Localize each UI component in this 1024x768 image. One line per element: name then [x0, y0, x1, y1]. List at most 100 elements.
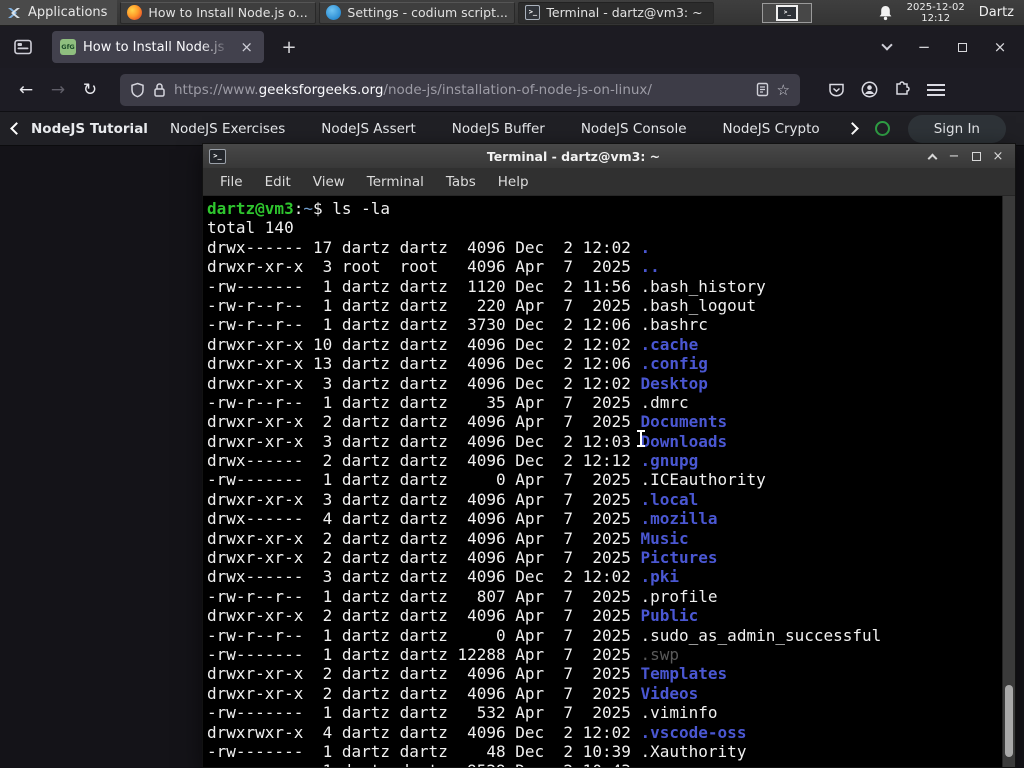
codium-icon — [326, 5, 342, 20]
window-close-button[interactable]: × — [984, 32, 1016, 62]
panel-tray: 2025-12-02 12:12 Dartz — [878, 2, 1024, 24]
tracking-shield-icon[interactable] — [130, 82, 145, 98]
terminal-line: drwxr-xr-x 3 dartz dartz 4096 Apr 7 2025… — [207, 489, 699, 509]
firefox-view-button[interactable] — [8, 32, 38, 62]
terminal-content[interactable]: dartz@vm3:~$ ls -la total 140 drwx------ 1… — [203, 196, 1015, 767]
extensions-icon[interactable] — [894, 81, 911, 98]
applications-menu-button[interactable]: Applications — [0, 0, 118, 25]
applications-label: Applications — [28, 5, 108, 20]
taskbar-button-label: Settings - codium script... — [347, 5, 508, 20]
window-maximize-button[interactable] — [946, 32, 978, 62]
menu-hamburger-icon[interactable] — [927, 83, 945, 96]
tab-title: How to Install Node.js on — [83, 39, 231, 55]
terminal-line: dartz@vm3:~$ ls -la — [207, 199, 391, 218]
nav-item[interactable]: NodeJS Console — [581, 121, 687, 137]
nav-item[interactable]: NodeJS Buffer — [452, 121, 545, 137]
terminal-line: drwx------ 3 dartz dartz 4096 Dec 2 12:0… — [207, 567, 680, 587]
sign-in-button[interactable]: Sign In — [907, 114, 1006, 143]
terminal-line: -rw------- 1 dartz dartz 12288 Apr 7 202… — [207, 644, 680, 664]
terminal-line: drwxr-xr-x 3 dartz dartz 4096 Dec 2 12:0… — [207, 431, 728, 451]
nav-item[interactable]: NodeJS Exercises — [170, 121, 285, 137]
bookmark-star-icon[interactable]: ☆ — [777, 81, 790, 99]
taskbar-button-label: How to Install Node.js o... — [148, 5, 308, 20]
taskbar-button-firefox[interactable]: How to Install Node.js o... — [120, 1, 317, 24]
workspace-pager[interactable]: >_ — [762, 2, 813, 23]
reload-button[interactable]: ↻ — [74, 74, 106, 106]
terminal-rollup-button[interactable] — [921, 146, 943, 166]
back-button[interactable]: ← — [10, 74, 42, 106]
site-favicon: GfG — [60, 39, 76, 55]
top-panel: Applications How to Install Node.js o...… — [0, 0, 1024, 26]
url-bar[interactable]: https://www.geeksforgeeks.org/node-js/in… — [120, 73, 800, 106]
terminal-line: drwxr-xr-x 2 dartz dartz 4096 Apr 7 2025… — [207, 664, 728, 684]
browser-tab-bar: GfG How to Install Node.js on × + − × — [0, 26, 1024, 68]
terminal-line: -rw-r--r-- 1 dartz dartz 807 Apr 7 2025 … — [207, 586, 718, 606]
reader-view-icon[interactable] — [756, 82, 769, 97]
nav-scroll-right-icon[interactable] — [845, 122, 859, 135]
terminal-menu-item[interactable]: View — [302, 174, 356, 190]
terminal-scrollbar[interactable] — [1002, 196, 1015, 767]
window-minimize-button[interactable]: − — [908, 32, 940, 62]
nav-item[interactable]: NodeJS Assert — [321, 121, 416, 137]
terminal-line: drwx------ 4 dartz dartz 4096 Apr 7 2025… — [207, 509, 718, 529]
terminal-line: drwxr-xr-x 3 dartz dartz 4096 Dec 2 12:0… — [207, 373, 708, 393]
panel-clock[interactable]: 2025-12-02 12:12 — [907, 2, 965, 24]
terminal-titlebar[interactable]: >_ Terminal - dartz@vm3: ~ − × — [203, 144, 1015, 168]
terminal-menu-item[interactable]: Edit — [254, 174, 302, 190]
url-path: /node-js/installation-of-node-js-on-linu… — [383, 81, 652, 98]
taskbar-button-codium[interactable]: Settings - codium script... — [319, 1, 516, 24]
terminal-line: drwxr-xr-x 13 dartz dartz 4096 Dec 2 12:… — [207, 354, 708, 374]
taskbar-button-label: Terminal - dartz@vm3: ~ — [546, 5, 703, 20]
terminal-menubar: File Edit View Terminal Tabs Help — [203, 168, 1015, 196]
distro-logo-icon — [8, 7, 20, 18]
terminal-menu-item[interactable]: Terminal — [356, 174, 435, 190]
terminal-scrollbar-thumb[interactable] — [1005, 685, 1013, 757]
terminal-line: -rw------- 1 dartz dartz 532 Apr 7 2025 … — [207, 703, 718, 723]
terminal-line: drwx------ 17 dartz dartz 4096 Dec 2 12:… — [207, 237, 651, 257]
url-text: https://www.geeksforgeeks.org/node-js/in… — [174, 82, 748, 98]
terminal-maximize-button[interactable] — [965, 146, 987, 166]
terminal-line: -rw-r--r-- 1 dartz dartz 35 Apr 7 2025 .… — [207, 392, 689, 412]
terminal-icon: >_ — [525, 5, 541, 20]
maximize-icon — [957, 42, 967, 52]
terminal-menu-item[interactable]: Help — [487, 174, 540, 190]
terminal-line: drwxr-xr-x 2 dartz dartz 4096 Apr 7 2025… — [207, 412, 728, 432]
terminal-line: drwxrwxr-x 4 dartz dartz 4096 Dec 2 12:0… — [207, 722, 747, 742]
maximize-icon — [971, 151, 981, 161]
workspace-terminal-thumbnail-icon: >_ — [776, 4, 799, 21]
search-icon[interactable] — [874, 121, 890, 136]
toolbar-right-icons — [828, 81, 945, 98]
terminal-close-button[interactable]: × — [987, 146, 1009, 166]
terminal-line: drwxr-xr-x 2 dartz dartz 4096 Apr 7 2025… — [207, 606, 699, 626]
terminal-line: drwxr-xr-x 2 dartz dartz 4096 Apr 7 2025… — [207, 683, 699, 703]
terminal-menu-item[interactable]: Tabs — [435, 174, 487, 190]
pocket-icon[interactable] — [828, 82, 845, 98]
terminal-line: drwxr-xr-x 3 root root 4096 Apr 7 2025 .… — [207, 257, 660, 277]
list-all-tabs-button[interactable] — [872, 32, 902, 62]
terminal-menu-item[interactable]: File — [209, 174, 254, 190]
terminal-line: drwx------ 2 dartz dartz 4096 Dec 2 12:1… — [207, 451, 699, 471]
browser-toolbar: ← → ↻ https://www.geeksforgeeks.org/node… — [0, 68, 1024, 112]
nav-item[interactable]: NodeJS Crypto — [723, 121, 820, 137]
url-scheme: https://www. — [174, 81, 259, 98]
terminal-line: total 140 — [207, 218, 294, 238]
account-icon[interactable] — [861, 81, 878, 98]
tab-close-icon[interactable]: × — [237, 39, 256, 56]
nav-item-tutorial[interactable]: NodeJS Tutorial — [31, 121, 148, 137]
firefox-view-icon — [14, 39, 32, 55]
terminal-title: Terminal - dartz@vm3: ~ — [486, 148, 661, 164]
chevron-up-icon — [927, 153, 937, 163]
browser-tab[interactable]: GfG How to Install Node.js on × — [52, 31, 264, 63]
terminal-line: drwxr-xr-x 2 dartz dartz 4096 Apr 7 2025… — [207, 528, 689, 548]
terminal-line: -rw-r--r-- 1 dartz dartz 3730 Dec 2 12:0… — [207, 315, 708, 335]
taskbar-button-terminal[interactable]: >_ Terminal - dartz@vm3: ~ — [518, 1, 715, 24]
panel-user-label[interactable]: Dartz — [979, 5, 1014, 20]
notifications-bell-icon[interactable] — [878, 5, 893, 21]
nav-scroll-left-icon[interactable] — [10, 122, 23, 135]
forward-button[interactable]: → — [42, 74, 74, 106]
terminal-minimize-button[interactable]: − — [943, 146, 965, 166]
terminal-icon: >_ — [209, 148, 226, 164]
site-nav-bar: NodeJS Tutorial NodeJS Exercises NodeJS A… — [0, 112, 1024, 146]
new-tab-button[interactable]: + — [274, 32, 304, 62]
lock-icon[interactable] — [153, 82, 166, 98]
